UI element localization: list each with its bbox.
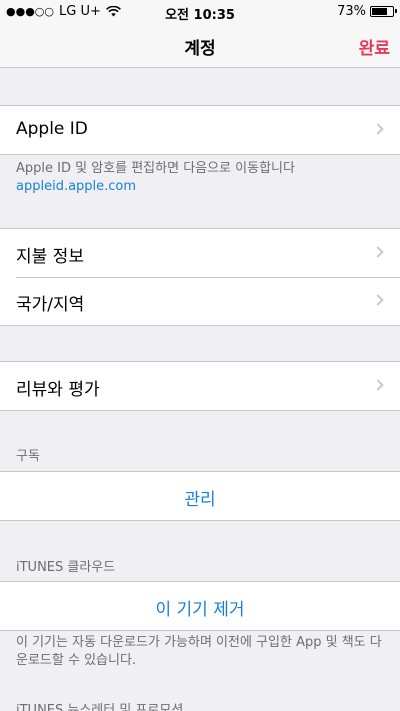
itunes-cloud-footer: 이 기기는 자동 다운로드가 가능하며 이전에 구입한 App 및 책도 다운로… — [16, 635, 382, 668]
ratings-reviews-cell[interactable]: 리뷰와 평가 — [0, 362, 400, 410]
navigation-bar: 계정 완료 — [0, 24, 400, 68]
done-button[interactable]: 완료 — [359, 34, 390, 59]
battery-percent: 73% — [337, 4, 366, 19]
appleid-link[interactable]: appleid.apple.com — [16, 178, 386, 196]
chevron-right-icon — [372, 123, 384, 135]
apple-id-cell[interactable]: Apple ID — [0, 106, 400, 154]
page-title: 계정 — [184, 39, 216, 59]
billing-info-label: 지불 정보 — [16, 247, 84, 267]
remove-device-cell[interactable]: 이 기기 제거 — [0, 582, 400, 630]
status-bar: ●●●○○ LG U+ 오전 10:35 73% — [0, 0, 400, 24]
country-region-cell[interactable]: 국가/지역 — [0, 277, 400, 325]
manage-subscriptions-button[interactable]: 관리 — [0, 485, 400, 510]
country-region-label: 국가/지역 — [16, 295, 85, 315]
apple-id-group: Apple ID — [0, 105, 400, 155]
apple-id-footer-text: Apple ID 및 암호를 편집하면 다음으로 이동합니다 — [16, 161, 295, 176]
subscriptions-header: 구독 — [16, 449, 40, 464]
payment-group: 지불 정보 국가/지역 — [0, 228, 400, 326]
newsletter-header: iTUNES 뉴스레터 및 프로모션 — [16, 703, 184, 711]
chevron-right-icon — [372, 294, 384, 306]
billing-info-cell[interactable]: 지불 정보 — [0, 229, 400, 277]
apple-id-footer: Apple ID 및 암호를 편집하면 다음으로 이동합니다 appleid.a… — [16, 160, 386, 196]
manage-subscriptions-cell[interactable]: 관리 — [0, 472, 400, 520]
apple-id-label: Apple ID — [16, 119, 88, 139]
reviews-group: 리뷰와 평가 — [0, 361, 400, 411]
chevron-right-icon — [372, 246, 384, 258]
ratings-reviews-label: 리뷰와 평가 — [16, 380, 100, 400]
chevron-right-icon — [372, 379, 384, 391]
itunes-cloud-group: 이 기기 제거 — [0, 581, 400, 631]
status-right: 73% — [337, 4, 397, 19]
battery-fill — [372, 8, 387, 15]
subscriptions-group: 관리 — [0, 471, 400, 521]
battery-icon — [370, 6, 397, 17]
itunes-cloud-header: iTUNES 클라우드 — [16, 560, 116, 575]
remove-device-button[interactable]: 이 기기 제거 — [0, 595, 400, 620]
